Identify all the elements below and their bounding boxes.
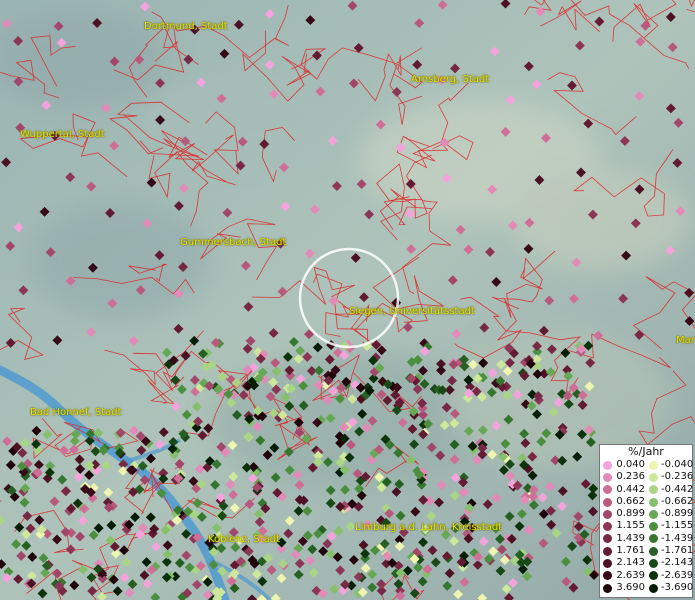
legend-value: -0.662 — [661, 495, 694, 507]
legend-value: -1.155 — [661, 520, 694, 532]
legend-entry: 3.690 — [600, 582, 646, 594]
city-label: Gummersbach, Stadt — [180, 237, 287, 248]
legend-entry: 1.761 — [600, 545, 646, 557]
legend-swatch — [649, 559, 658, 569]
legend-entry: 0.236 — [600, 471, 646, 483]
city-label: Dortmund, Stadt — [144, 21, 228, 32]
legend: %/Jahr 0.040 -0.040 0.236 -0.236 0.442 -0.442… — [599, 444, 693, 598]
legend-entry: 0.040 — [600, 459, 646, 471]
legend-value: 0.236 — [616, 471, 645, 483]
map-view[interactable]: Dortmund, Stadt Arnsberg, Stadt Wuppertal,… — [0, 0, 695, 600]
legend-swatch — [603, 534, 612, 544]
legend-value: 0.662 — [616, 495, 645, 507]
legend-value: -3.690 — [661, 581, 694, 593]
legend-entry: -1.155 — [646, 520, 694, 532]
legend-entry: 1.155 — [600, 520, 646, 532]
legend-value: -0.040 — [661, 459, 694, 470]
legend-swatch — [603, 571, 612, 581]
legend-entry: 0.442 — [600, 484, 646, 496]
legend-swatch — [649, 583, 658, 593]
legend-swatch — [649, 485, 658, 495]
city-label: Limburg a.d. Lahn, Kreisstadt — [355, 522, 503, 533]
legend-swatch — [649, 534, 658, 544]
legend-swatch — [649, 497, 658, 507]
legend-value: 3.690 — [616, 581, 645, 593]
city-label: Wuppertal, Stadt — [20, 129, 105, 140]
city-label: Mar — [676, 335, 695, 346]
legend-swatch — [649, 509, 658, 519]
legend-value: 1.761 — [616, 545, 645, 557]
legend-swatch — [603, 559, 612, 569]
legend-entry: -0.442 — [646, 483, 694, 496]
legend-value: -1.761 — [661, 545, 694, 557]
city-label: Bad Honnef, Stadt — [30, 407, 122, 418]
legend-entry: 1.439 — [600, 533, 646, 545]
legend-entry: -2.639 — [646, 569, 694, 582]
legend-swatch — [649, 460, 658, 470]
legend-row: 3.690 -3.690 — [600, 581, 694, 594]
legend-entry: -1.761 — [646, 545, 694, 557]
legend-value: 1.439 — [616, 532, 645, 544]
legend-row: 1.761 -1.761 — [600, 545, 694, 557]
legend-swatch — [649, 522, 658, 532]
legend-row: 0.040 -0.040 — [600, 459, 694, 471]
city-label: Arnsberg, Stadt — [411, 74, 490, 85]
legend-swatch — [603, 583, 612, 593]
city-label: Koblenz, Stadt — [208, 534, 281, 545]
legend-value: -0.899 — [661, 508, 694, 520]
legend-entry: -0.236 — [646, 471, 694, 483]
legend-value: -2.143 — [661, 557, 694, 569]
legend-entry: -0.899 — [646, 508, 694, 520]
legend-swatch — [649, 472, 658, 482]
legend-swatch — [603, 485, 612, 495]
legend-row: 0.662 -0.662 — [600, 495, 694, 508]
legend-entry: -3.690 — [646, 581, 694, 594]
legend-value: 0.040 — [616, 459, 645, 470]
legend-rows: 0.040 -0.040 0.236 -0.236 0.442 -0.442 0.662 -0… — [600, 459, 694, 594]
legend-title: %/Jahr — [628, 445, 664, 458]
legend-entry: 2.143 — [600, 557, 646, 569]
legend-row: 0.442 -0.442 — [600, 483, 694, 496]
legend-row: 1.155 -1.155 — [600, 520, 694, 532]
legend-swatch — [603, 522, 612, 532]
city-label: Siegen, Universitätsstadt — [349, 306, 475, 317]
legend-value: 0.442 — [616, 483, 645, 495]
terrain-layer — [0, 0, 695, 600]
legend-row: 0.899 -0.899 — [600, 508, 694, 520]
legend-entry: -0.662 — [646, 495, 694, 508]
legend-swatch — [603, 472, 612, 482]
legend-entry: -1.439 — [646, 532, 694, 545]
legend-swatch — [649, 546, 658, 556]
legend-entry: -0.040 — [646, 459, 694, 471]
legend-value: -0.236 — [661, 471, 694, 483]
legend-value: 0.899 — [616, 508, 645, 520]
legend-value: -2.639 — [661, 569, 694, 581]
legend-value: 2.143 — [616, 557, 645, 569]
legend-value: -0.442 — [661, 483, 694, 495]
legend-swatch — [603, 497, 612, 507]
legend-value: -1.439 — [661, 532, 694, 544]
legend-value: 1.155 — [616, 520, 645, 532]
legend-entry: 0.662 — [600, 496, 646, 508]
legend-row: 0.236 -0.236 — [600, 471, 694, 483]
legend-swatch — [603, 460, 612, 470]
legend-entry: -2.143 — [646, 557, 694, 569]
legend-swatch — [649, 571, 658, 581]
legend-row: 1.439 -1.439 — [600, 532, 694, 545]
legend-row: 2.639 -2.639 — [600, 569, 694, 582]
legend-entry: 0.899 — [600, 508, 646, 520]
legend-swatch — [603, 509, 612, 519]
legend-entry: 2.639 — [600, 570, 646, 582]
legend-swatch — [603, 546, 612, 556]
legend-row: 2.143 -2.143 — [600, 557, 694, 569]
legend-value: 2.639 — [616, 569, 645, 581]
